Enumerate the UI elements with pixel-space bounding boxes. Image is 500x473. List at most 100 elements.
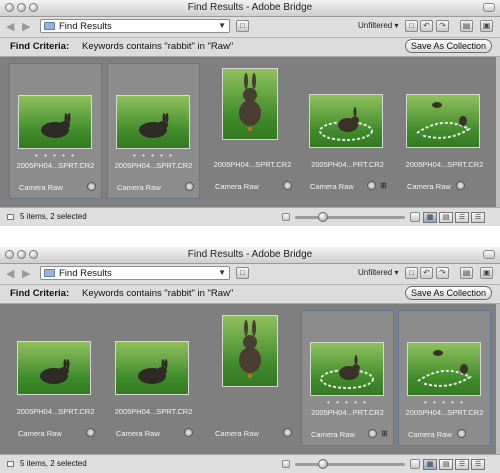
rabbit-image <box>417 350 472 387</box>
file-type: Camera Raw <box>215 429 259 438</box>
forward-arrow-icon[interactable]: ▶ <box>22 20 30 33</box>
rotate-left-icon[interactable]: ↶ <box>420 20 433 32</box>
panel-toggle-icon[interactable] <box>7 461 14 467</box>
find-criteria-bar: Find Criteria: Keywords contains "rabbit… <box>0 38 500 57</box>
criteria-label: Find Criteria: <box>10 288 70 299</box>
title-bar[interactable]: Find Results - Adobe Bridge <box>0 247 500 264</box>
recent-folder-icon[interactable]: □ <box>236 267 249 279</box>
thumbnail-cell[interactable]: • • • • • 2005PH04...SPRT.CR2 Camera Raw <box>107 63 200 199</box>
rotate-right-icon[interactable]: ↷ <box>436 20 449 32</box>
filmstrip-view-button[interactable]: ▤ <box>439 212 453 223</box>
thumbnail-size-slider[interactable] <box>295 216 405 219</box>
bridge-window-bottom: Find Results - Adobe Bridge ◀ ▶ Find Res… <box>0 247 500 473</box>
new-folder-icon[interactable]: □ <box>405 20 418 32</box>
back-arrow-icon[interactable]: ◀ <box>6 267 14 280</box>
vertical-scrollbar[interactable] <box>496 57 500 207</box>
back-arrow-icon[interactable]: ◀ <box>6 20 14 33</box>
rabbit-photo-thumbnail[interactable] <box>310 342 384 396</box>
window-title: Find Results - Adobe Bridge <box>187 249 313 260</box>
camera-raw-badge-icon <box>457 429 466 438</box>
file-name: 2005PH04...SPRT.CR2 <box>213 160 292 169</box>
camera-raw-badge-icon <box>86 428 95 437</box>
criteria-label: Find Criteria: <box>10 41 70 52</box>
rotate-right-icon[interactable]: ↷ <box>436 267 449 279</box>
small-thumbnail-icon[interactable] <box>282 213 290 221</box>
camera-raw-badge-icon <box>368 429 377 438</box>
rating-dots[interactable]: • • • • • <box>108 152 199 160</box>
filter-menu[interactable]: Unfiltered ▾ <box>358 21 398 30</box>
thumbnails-view-button[interactable]: ▦ <box>423 459 437 470</box>
camera-raw-badge-icon <box>283 181 292 190</box>
rabbit-image <box>239 320 261 378</box>
rabbit-photo-thumbnail[interactable] <box>309 94 383 148</box>
rabbit-image <box>416 102 471 139</box>
trash-icon[interactable]: ▤ <box>460 20 473 32</box>
thumbnail-cell[interactable]: 2005PH04...SPRT.CR2 Camera Raw <box>9 310 102 446</box>
thumbnail-cell[interactable]: • • • • • 2005PH04...SPRT.CR2 Camera Raw <box>398 310 491 446</box>
rating-dots[interactable]: • • • • • <box>10 152 101 160</box>
compact-mode-icon[interactable]: ▣ <box>480 20 493 32</box>
toolbar-toggle-button[interactable] <box>483 3 495 12</box>
forward-arrow-icon[interactable]: ▶ <box>22 267 30 280</box>
recent-folder-icon[interactable]: □ <box>236 20 249 32</box>
camera-raw-badge-icon <box>185 182 194 191</box>
thumbnail-cell[interactable]: 2005PH04...PRT.CR2 Camera Raw ⊞ <box>301 63 394 199</box>
details-view-button[interactable]: ☰ <box>455 212 469 223</box>
rabbit-photo-thumbnail[interactable] <box>18 95 92 149</box>
rabbit-photo-thumbnail[interactable] <box>115 341 189 395</box>
thumbnail-cell[interactable]: Camera Raw <box>206 310 299 446</box>
versions-view-button[interactable]: ☰ <box>471 459 485 470</box>
file-type: Camera Raw <box>117 183 161 192</box>
file-type: Camera Raw <box>408 430 452 439</box>
rabbit-image <box>139 113 169 138</box>
rabbit-photo-thumbnail[interactable] <box>406 94 480 148</box>
file-type: Camera Raw <box>116 429 160 438</box>
content-pane[interactable]: 2005PH04...SPRT.CR2 Camera Raw 2005PH04.… <box>0 304 496 454</box>
thumbnail-cell[interactable]: 2005PH04...SPRT.CR2 Camera Raw <box>398 63 491 199</box>
rotate-left-icon[interactable]: ↶ <box>420 267 433 279</box>
toolbar-toggle-button[interactable] <box>483 250 495 259</box>
panel-toggle-icon[interactable] <box>7 214 14 220</box>
path-label: Find Results <box>59 268 112 279</box>
thumbnail-cell[interactable]: • • • • • 2005PH04...SPRT.CR2 Camera Raw <box>9 63 102 199</box>
save-as-collection-button[interactable]: Save As Collection <box>405 39 492 53</box>
thumbnail-cell[interactable]: • • • • • 2005PH04...PRT.CR2 Camera Raw … <box>301 310 394 446</box>
filmstrip-view-button[interactable]: ▤ <box>439 459 453 470</box>
title-bar[interactable]: Find Results - Adobe Bridge <box>0 0 500 17</box>
slider-knob[interactable] <box>318 212 328 222</box>
file-name: 2005PH04...SPRT.CR2 <box>16 407 95 416</box>
slider-knob[interactable] <box>318 459 328 469</box>
thumbnails-view-button[interactable]: ▦ <box>423 212 437 223</box>
camera-raw-badge-icon <box>456 181 465 190</box>
content-pane[interactable]: • • • • • 2005PH04...SPRT.CR2 Camera Raw… <box>0 57 496 207</box>
rating-dots[interactable]: • • • • • <box>399 399 490 407</box>
rabbit-photo-thumbnail[interactable] <box>17 341 91 395</box>
file-type: Camera Raw <box>18 429 62 438</box>
path-dropdown[interactable]: Find Results ▼ <box>40 19 230 33</box>
filter-menu[interactable]: Unfiltered ▾ <box>358 268 398 277</box>
rabbit-photo-thumbnail[interactable] <box>407 342 481 396</box>
path-dropdown[interactable]: Find Results ▼ <box>40 266 230 280</box>
chevron-down-icon: ▼ <box>218 21 226 30</box>
rating-dots[interactable]: • • • • • <box>302 399 393 407</box>
rabbit-photo-thumbnail[interactable] <box>116 95 190 149</box>
vertical-scrollbar[interactable] <box>496 304 500 454</box>
thumbnail-cell[interactable]: 2005PH04...SPRT.CR2 Camera Raw <box>107 310 200 446</box>
versions-view-button[interactable]: ☰ <box>471 212 485 223</box>
rabbit-photo-thumbnail[interactable] <box>222 315 278 387</box>
thumbnail-cell[interactable]: 2005PH04...SPRT.CR2 Camera Raw <box>206 63 299 199</box>
path-label: Find Results <box>59 21 112 32</box>
toolbar: ◀ ▶ Find Results ▼ □ Unfiltered ▾ □ ↶ ↷ … <box>0 17 500 38</box>
thumbnail-size-slider[interactable] <box>295 463 405 466</box>
compact-mode-icon[interactable]: ▣ <box>480 267 493 279</box>
camera-raw-badge-icon <box>283 428 292 437</box>
trash-icon[interactable]: ▤ <box>460 267 473 279</box>
camera-raw-badge-icon <box>184 428 193 437</box>
save-as-collection-button[interactable]: Save As Collection <box>405 286 492 300</box>
rabbit-photo-thumbnail[interactable] <box>222 68 278 140</box>
details-view-button[interactable]: ☰ <box>455 459 469 470</box>
new-folder-icon[interactable]: □ <box>405 267 418 279</box>
large-thumbnail-icon[interactable] <box>410 459 420 469</box>
large-thumbnail-icon[interactable] <box>410 212 420 222</box>
small-thumbnail-icon[interactable] <box>282 460 290 468</box>
